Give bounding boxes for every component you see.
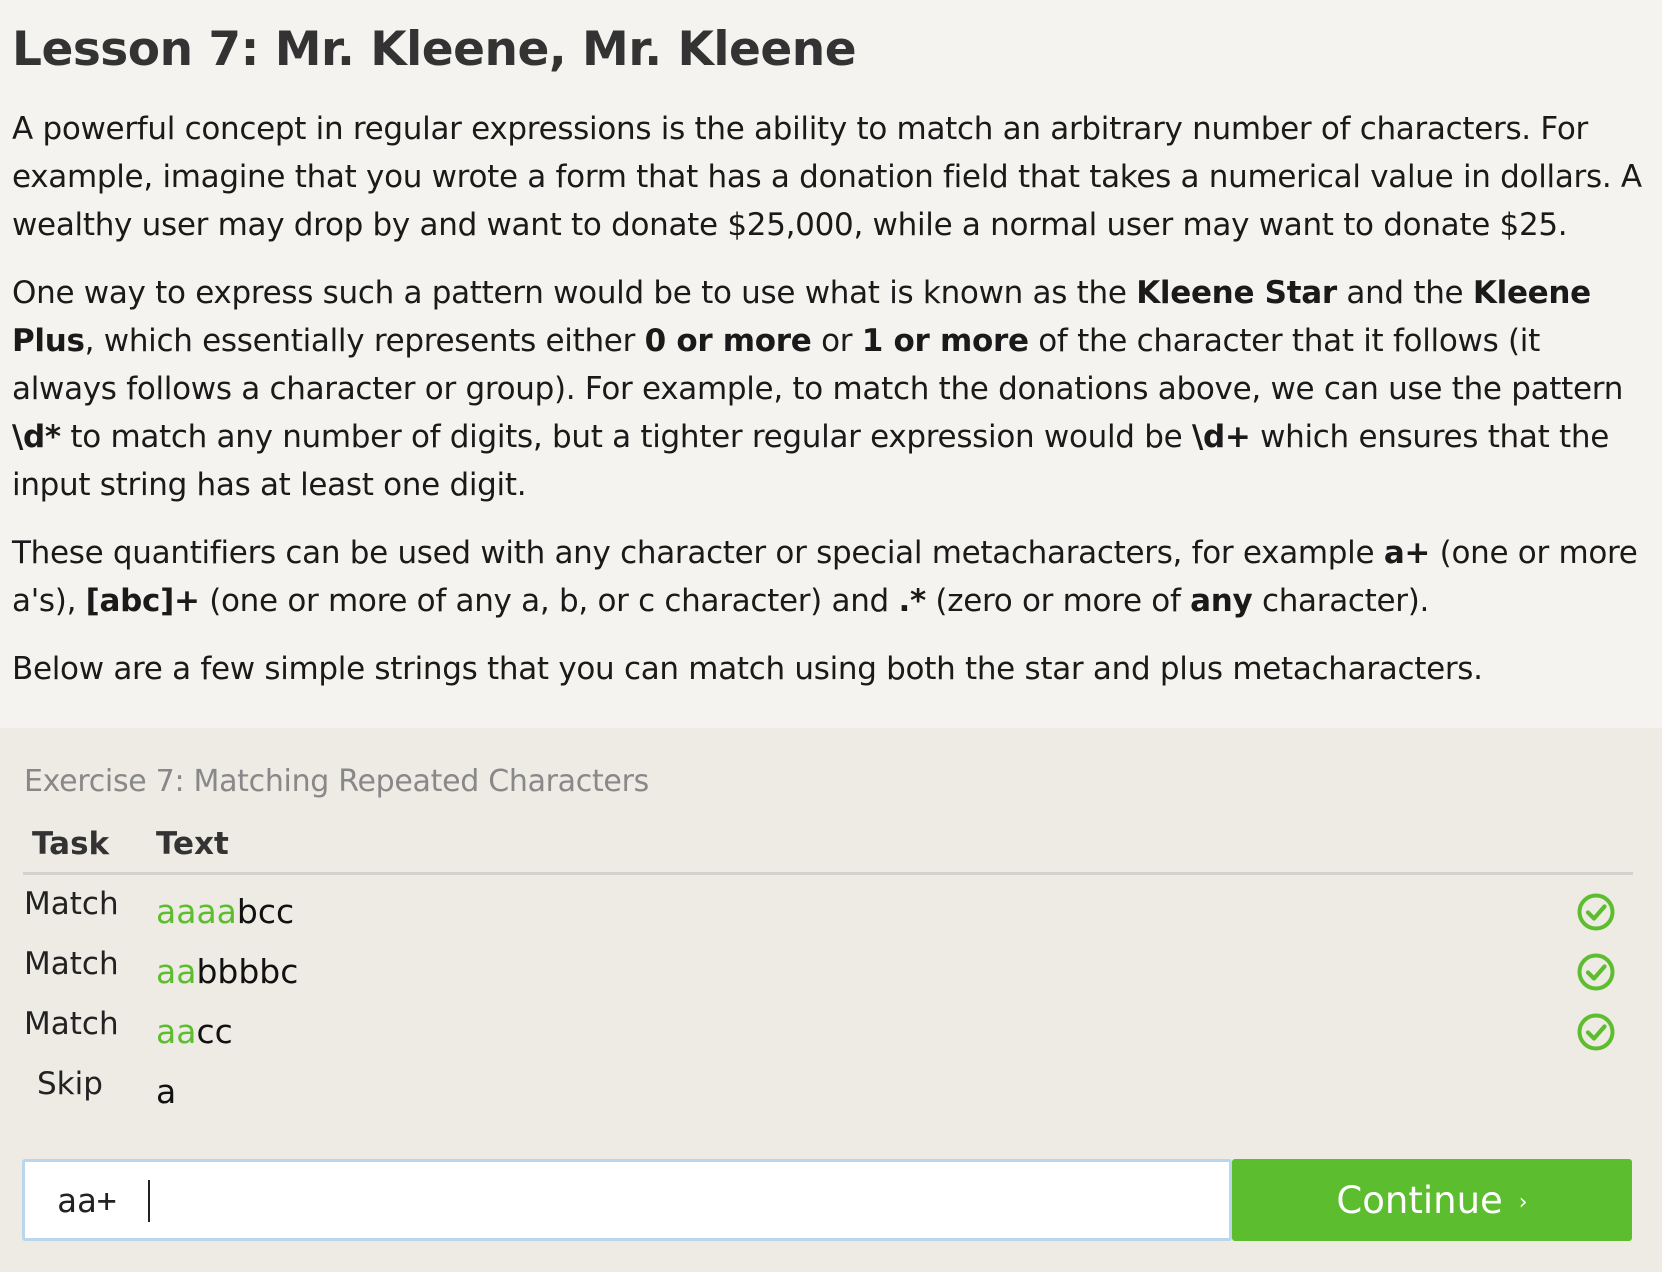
lesson-title: Lesson 7: Mr. Kleene, Mr. Kleene — [12, 22, 857, 77]
code-abc-plus: [abc]+ — [85, 583, 200, 619]
term-zero-or-more: 0 or more — [644, 323, 812, 359]
lesson-paragraph-3: These quantifiers can be used with any c… — [12, 529, 1650, 625]
table-row: Match aabbbbc — [0, 946, 1662, 1006]
code-dot-star: .* — [898, 583, 926, 619]
regex-input-wrapper[interactable] — [22, 1159, 1232, 1241]
task-text: aacc — [156, 1012, 233, 1051]
task-label: Match — [24, 1006, 119, 1042]
matched-text: aa — [156, 1012, 197, 1051]
task-label: Match — [24, 886, 119, 922]
task-text: aaaabcc — [156, 892, 294, 931]
term-any: any — [1190, 583, 1253, 619]
unmatched-text: bcc — [236, 892, 295, 931]
regex-input[interactable] — [25, 1162, 1229, 1238]
text-run: to match any number of digits, but a tig… — [60, 419, 1192, 455]
exercise-panel: Exercise 7: Matching Repeated Characters… — [0, 728, 1662, 1272]
text-run: (one or more of any a, b, or c character… — [199, 583, 899, 619]
code-digit-plus: \d+ — [1191, 419, 1251, 455]
lesson-paragraph-2: One way to express such a pattern would … — [12, 269, 1650, 509]
code-digit-star: \d* — [12, 419, 61, 455]
text-run: (zero or more of — [925, 583, 1191, 619]
continue-button[interactable]: Continue › — [1232, 1159, 1632, 1241]
task-label: Match — [24, 946, 119, 982]
lesson-content: Lesson 7: Mr. Kleene, Mr. Kleene A power… — [0, 0, 1662, 707]
check-circle-icon — [1577, 953, 1615, 991]
lesson-paragraph-1: A powerful concept in regular expression… — [12, 111, 1642, 243]
code-a-plus: a+ — [1383, 535, 1431, 571]
column-header-task: Task — [32, 826, 110, 862]
term-kleene-star: Kleene Star — [1136, 275, 1337, 311]
task-text: aabbbbc — [156, 952, 298, 991]
unmatched-text: a — [156, 1072, 177, 1111]
exercise-title: Exercise 7: Matching Repeated Characters — [24, 764, 649, 799]
table-row: Match aacc — [0, 1006, 1662, 1066]
unmatched-text: bbbbc — [196, 952, 299, 991]
task-text: a — [156, 1072, 176, 1111]
check-circle-icon — [1577, 1013, 1615, 1051]
text-run: These quantifiers can be used with any c… — [12, 535, 1384, 571]
task-label: Skip — [37, 1066, 103, 1102]
unmatched-text: cc — [196, 1012, 233, 1051]
column-header-text: Text — [156, 826, 229, 862]
text-run: One way to express such a pattern would … — [12, 275, 1137, 311]
header-divider — [23, 872, 1633, 875]
chevron-right-icon: › — [1518, 1189, 1528, 1215]
continue-label: Continue — [1336, 1178, 1503, 1222]
text-run: , which essentially represents either — [84, 323, 645, 359]
check-circle-icon — [1577, 893, 1615, 931]
term-one-or-more: 1 or more — [861, 323, 1029, 359]
matched-text: aaaa — [156, 892, 237, 931]
matched-text: aa — [156, 952, 197, 991]
text-run: character). — [1252, 583, 1430, 619]
table-row: Skip a — [0, 1066, 1662, 1126]
text-run: or — [811, 323, 862, 359]
text-caret — [148, 1180, 150, 1222]
lesson-paragraph-4: Below are a few simple strings that you … — [12, 651, 1483, 687]
text-run: and the — [1336, 275, 1473, 311]
table-row: Match aaaabcc — [0, 886, 1662, 946]
